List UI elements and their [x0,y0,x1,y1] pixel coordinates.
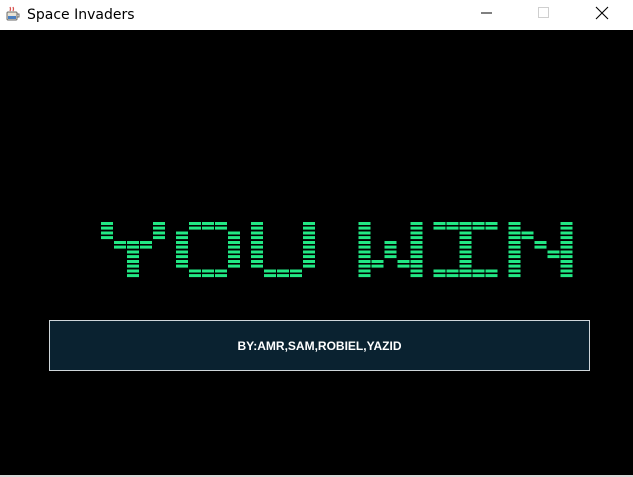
java-cup-icon [5,6,21,22]
game-canvas[interactable]: BY:AMR,SAM,ROBIEL,YAZID [0,30,633,475]
close-icon [595,6,609,25]
title-bar[interactable]: Space Invaders [0,0,633,30]
credits-text: BY:AMR,SAM,ROBIEL,YAZID [237,338,402,353]
headline-letter-w [358,222,423,278]
maximize-button[interactable] [521,0,567,30]
headline-letter-u [251,222,315,278]
close-button[interactable] [579,0,625,30]
you-win-headline [101,222,573,278]
window-title: Space Invaders [27,7,135,23]
maximize-icon [538,6,550,24]
you-win-glyphs [101,222,573,278]
app-window: Space Invaders BY:AMR,SAM,ROBIEL,YAZID [0,0,633,477]
minimize-icon [481,6,493,24]
headline-letter-n [508,222,573,278]
headline-letter-i [433,222,498,278]
headline-letter-o [176,222,240,278]
credits-banner: BY:AMR,SAM,ROBIEL,YAZID [49,320,590,371]
headline-letter-y [101,222,165,278]
minimize-button[interactable] [464,0,510,30]
